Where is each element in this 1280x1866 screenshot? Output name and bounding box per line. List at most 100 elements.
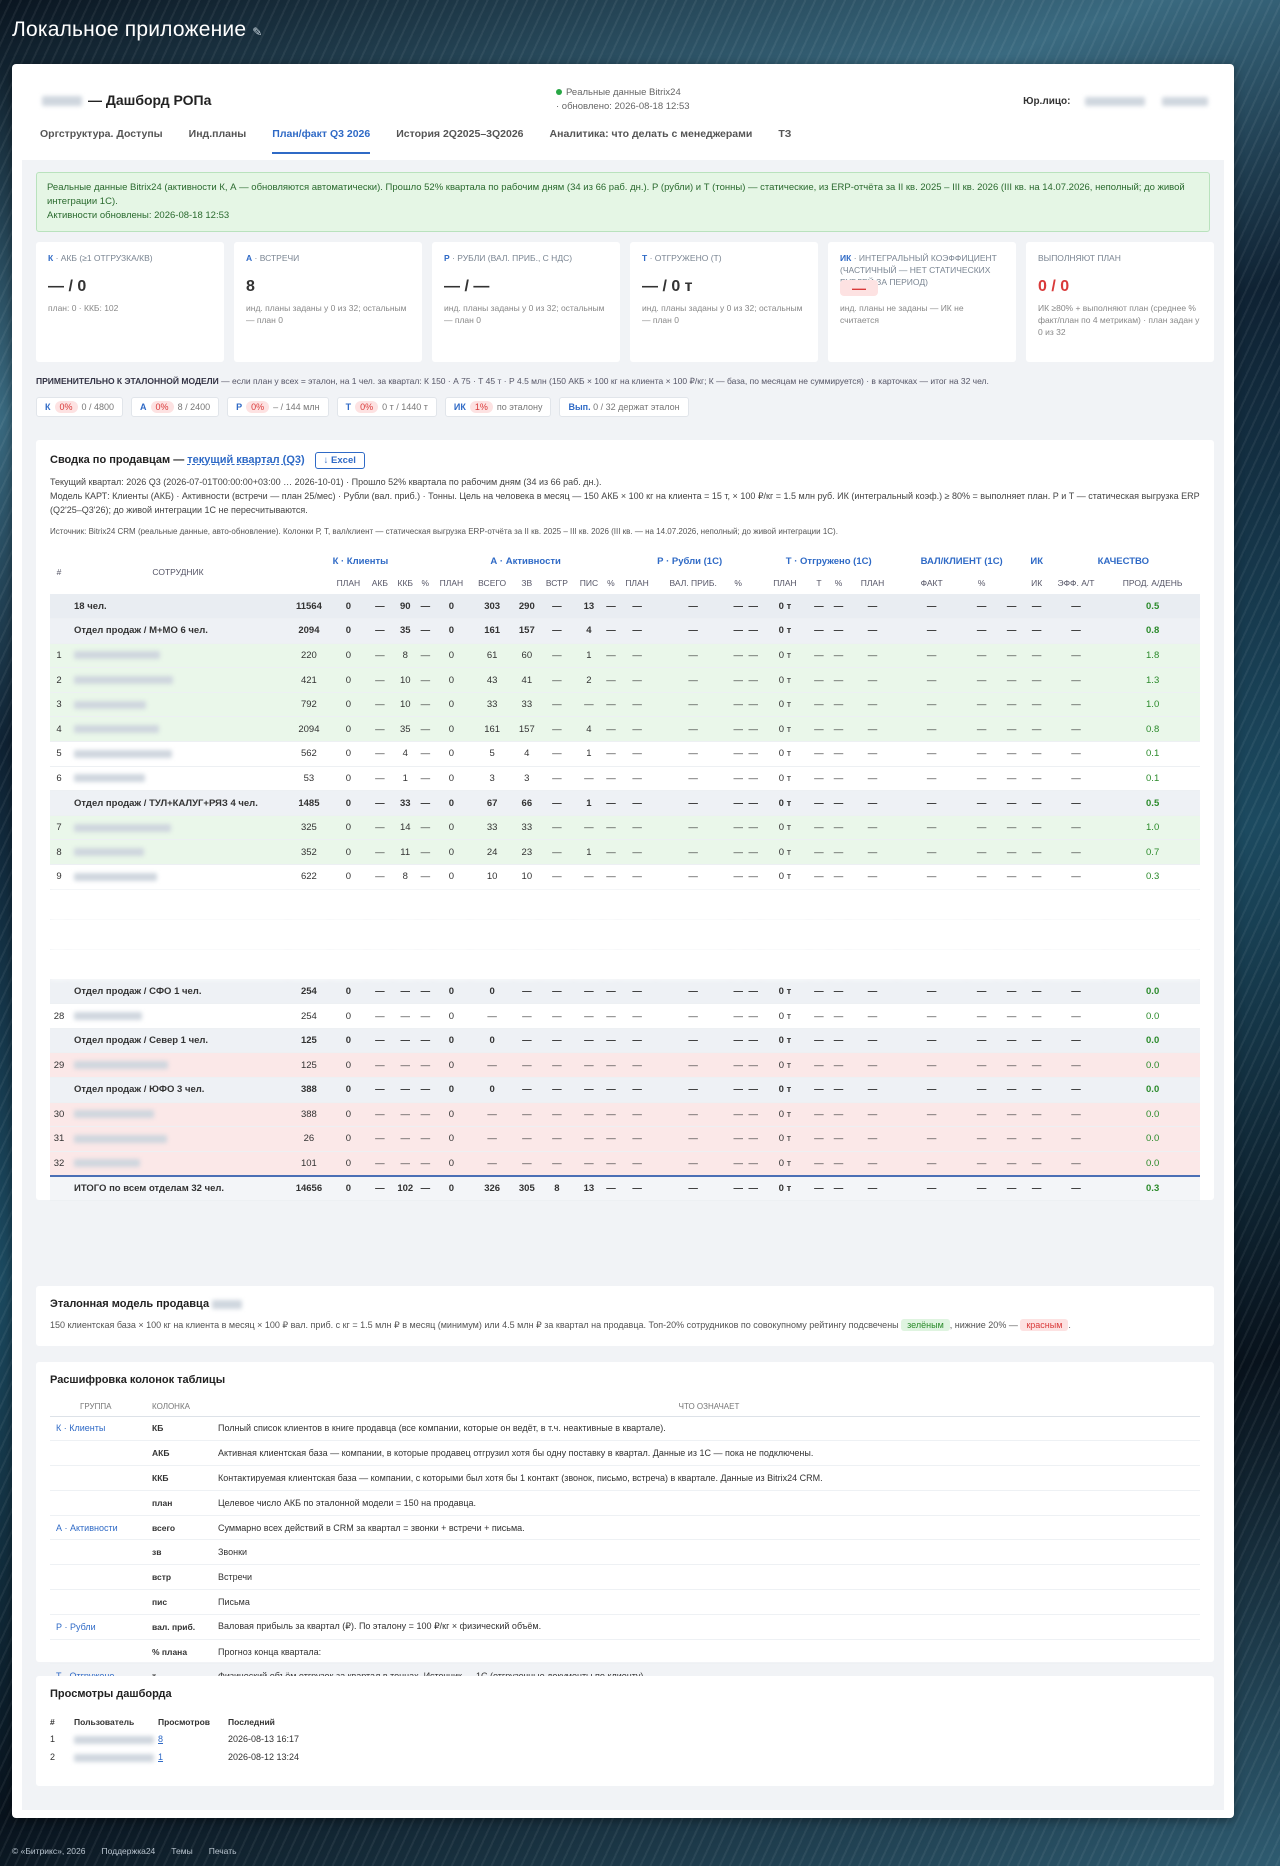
cell-zv: 60 (514, 643, 540, 669)
empty-cell: — (809, 1102, 829, 1128)
empty-cell: — (996, 594, 1027, 620)
etalon-pill[interactable]: К 0% 0 / 4800 (36, 397, 124, 417)
empty-cell: — (966, 643, 997, 669)
etalon-pill[interactable]: Вып. 0 / 32 держат эталон (559, 397, 689, 417)
empty-cell: — (618, 815, 656, 841)
table-row[interactable]: Отдел продаж / М+МО 6 чел. 2094 0—35—0 161 1… (50, 618, 1200, 644)
empty-cell: — (848, 1126, 897, 1152)
table-row[interactable]: 1 220 0—8—0 61 60—1— — — — —0 т — — — — — — — —1.8 (50, 643, 1200, 669)
empty-cell: — (417, 1126, 433, 1152)
table-row[interactable]: Отдел продаж / ТУЛ+КАЛУГ+РЯЗ 4 чел. 1485 0… (50, 790, 1200, 816)
views-user (74, 1730, 158, 1748)
cell-pis: 1 (574, 839, 604, 866)
empty-cell: — (1026, 864, 1047, 890)
pill-key: ИК (453, 402, 466, 412)
etalon-pill[interactable]: Р 0% – / 144 млн (227, 397, 329, 417)
cell-kb: 26 (288, 1126, 330, 1152)
table-row[interactable]: 29 125 0— — —0— — — — — — — — —0 т — — — — — — — —0.0 (50, 1052, 1200, 1078)
row-name (68, 1126, 288, 1152)
legend-description: Звонки (218, 1539, 1200, 1566)
table-row[interactable]: Отдел продаж / Север 1 чел. 125 0— — —0 0— — — —… (50, 1028, 1200, 1054)
table-row[interactable]: Отдел продаж / СФО 1 чел. 254 0— — —0 0— — — — — —… (50, 979, 1200, 1005)
legend-row: % плана Прогноз конца квартала: (50, 1639, 1200, 1665)
empty-cell: — (996, 1174, 1027, 1201)
table-row[interactable]: 7 325 0—14—0 33 33— — — — — — —0 т — — — — — — — —1.0 (50, 815, 1200, 841)
empty-cell: — (655, 1151, 731, 1177)
tab-history[interactable]: История 2Q2025–3Q2026 (396, 128, 523, 154)
table-group-header: # (56, 567, 62, 577)
cell-kkb: 102 (392, 1174, 418, 1201)
views-count-link[interactable]: 1 (158, 1752, 163, 1762)
table-row[interactable]: 30 388 0— — —0— — — — — — — — —0 т — — — — — — — —0.0 (50, 1102, 1200, 1128)
cell-akb: — (367, 1126, 393, 1152)
table-row[interactable] (50, 889, 1200, 920)
views-count-link[interactable]: 8 (158, 1734, 163, 1744)
legend-column: КБ (130, 1416, 218, 1442)
redacted-name (74, 774, 145, 783)
table-row[interactable]: 5 562 0—4—0 5 4—1— — — — —0 т — — — — — — — —0.1 (50, 741, 1200, 767)
empty-cell: — (828, 790, 849, 816)
table-row[interactable]: 31 26 0— — —0— — — — — — — — —0 т — — — — — — — —0.0 (50, 1126, 1200, 1152)
excel-button[interactable]: ↓ Excel (314, 452, 365, 469)
etalon-pill[interactable]: А 0% 8 / 2400 (131, 397, 220, 417)
legend-column: всего (130, 1515, 218, 1541)
etalon-pill[interactable]: ИК 1% по эталону (444, 397, 552, 417)
empty-cell: — (896, 1102, 967, 1128)
cell-vs: — (470, 1126, 515, 1152)
table-column-header: ФАКТ (920, 578, 943, 588)
cell-zv: 4 (514, 741, 540, 767)
cell-akb: — (367, 1102, 393, 1128)
table-row[interactable]: 3 792 0—10—0 33 33— — — — — — —0 т — — — — — — — —1.0 (50, 692, 1200, 718)
blurred-cell (470, 919, 515, 950)
table-row[interactable] (50, 949, 1200, 980)
table-row[interactable]: 8 352 0—11—0 24 23—1— — — — —0 т — — — — — — — —0.7 (50, 839, 1200, 866)
cell-apl: 0 (432, 766, 471, 792)
blurred-cell (417, 889, 433, 920)
footer-themes-link[interactable]: Темы (171, 1846, 192, 1856)
empty-cell: — (1046, 667, 1106, 693)
tab-tz[interactable]: ТЗ (778, 128, 791, 154)
cell-kb: 101 (288, 1151, 330, 1177)
empty-cell: — (417, 741, 433, 767)
tab-analytics[interactable]: Аналитика: что делать с менеджерами (550, 128, 753, 154)
table-row[interactable]: 4 2094 0—35—0 161 157—4— — — — —0 т — — — — — — — —0.8 (50, 716, 1200, 743)
blurred-cell (828, 889, 849, 920)
table-row[interactable]: 2 421 0—10—0 43 41—2— — — — —0 т — — — — — — — —1.3 (50, 667, 1200, 693)
footer-print-link[interactable]: Печать (209, 1846, 237, 1856)
views-count[interactable]: 8 (158, 1730, 228, 1748)
footer-copyright: © «Битрикс», 2026 (12, 1846, 86, 1856)
tab-ind-plans[interactable]: Инд.планы (189, 128, 247, 154)
empty-cell: — (1026, 790, 1047, 816)
table-row[interactable] (50, 919, 1200, 950)
kpi-code: Р (444, 253, 450, 263)
empty-cell: — (966, 1174, 997, 1201)
entity-selector[interactable]: Юр.лицо: (1023, 96, 1208, 107)
empty-cell: — (618, 1077, 656, 1103)
cell-q: 1.0 (1105, 815, 1200, 841)
blurred-cell (966, 889, 997, 920)
cell-pis: — (574, 692, 604, 718)
views-count[interactable]: 1 (158, 1748, 228, 1766)
table-row[interactable]: 9 622 0—8—0 10 10— — — — — — —0 т — — — — — — — —0.3 (50, 864, 1200, 890)
empty-cell: — (966, 1077, 997, 1103)
tab-plan-fact[interactable]: План/факт Q3 2026 (272, 128, 371, 154)
table-row[interactable]: 28 254 0— — —0— — — — — — — — —0 т — — — — — — — —0.0 (50, 1003, 1200, 1029)
empty-cell: — (618, 692, 656, 718)
table-row[interactable]: 32 101 0— — —0— — — — — — — — —0 т — — — — — — — —0.0 (50, 1151, 1200, 1177)
table-row[interactable]: Отдел продаж / ЮФО 3 чел. 388 0— — —0 0— — — — — —… (50, 1077, 1200, 1103)
tab-org[interactable]: Оргструктура. Доступы (40, 128, 163, 154)
pin-icon[interactable]: ✎ (252, 25, 262, 39)
table-row[interactable]: ИТОГО по всем отделам 32 чел. 14656 0—102—… (50, 1174, 1200, 1201)
row-name (68, 815, 288, 841)
etalon-pill[interactable]: Т 0% 0 т / 1440 т (336, 397, 437, 417)
empty-cell: — (618, 1126, 656, 1152)
legend-description: Контактируемая клиентская база — компани… (218, 1465, 1200, 1491)
table-row[interactable]: 18 чел. 11564 0—90—0 303 290—13— — — — —0 т — — — — —… (50, 594, 1200, 620)
empty-cell: — (828, 1151, 849, 1177)
period-selector[interactable]: текущий квартал (Q3) (187, 454, 304, 466)
table-row[interactable]: 6 53 0—1—0 3 3— — — — — — —0 т — — — — — — — —0.1 (50, 766, 1200, 792)
blurred-cell (996, 949, 1027, 980)
cell-kb: 388 (288, 1077, 330, 1103)
footer-support-link[interactable]: Поддержка24 (101, 1846, 155, 1856)
cell-zv: 33 (514, 692, 540, 718)
